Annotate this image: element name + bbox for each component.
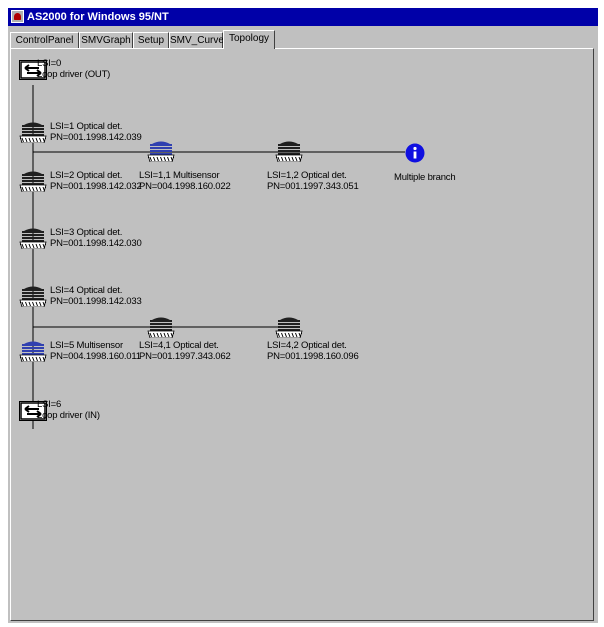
node-label-line2: PN=001.1998.142.033	[50, 296, 142, 307]
node-label-line2: PN=001.1998.142.030	[50, 238, 142, 249]
node-label: LSI=5 Multisensor PN=004.1998.160.011	[50, 340, 141, 362]
node-label-line2: PN=004.1998.160.022	[139, 181, 231, 192]
node-label: LSI=4 Optical det. PN=001.1998.142.033	[50, 285, 142, 307]
node-label: LSI=3 Optical det. PN=001.1998.142.030	[50, 227, 142, 249]
tab-strip: ControlPanel SMVGraph Setup SMV_Curves T…	[8, 28, 598, 49]
title-bar[interactable]: AS2000 for Windows 95/NT	[8, 8, 598, 26]
tab-setup[interactable]: Setup	[133, 32, 169, 48]
multisensor-detector-icon[interactable]	[19, 340, 47, 363]
node-label-line1: LSI=6	[37, 399, 62, 410]
node-label-line1: Multiple branch	[394, 172, 456, 183]
node-label-line2: PN=001.1998.142.032	[50, 181, 142, 192]
tab-smvgraph[interactable]: SMVGraph	[79, 32, 133, 48]
node-label-line2: PN=001.1997.343.062	[139, 351, 231, 362]
multisensor-detector-icon[interactable]	[147, 140, 175, 163]
node-label: LSI=4,1 Optical det. PN=001.1997.343.062	[139, 340, 231, 362]
optical-detector-icon[interactable]	[275, 316, 303, 339]
node-label-line1: LSI=4,2 Optical det.	[267, 340, 347, 351]
node-label-line1: LSI=1 Optical det.	[50, 121, 123, 132]
tab-smv-curves[interactable]: SMV_Curves	[169, 32, 229, 48]
node-label-line1: LSI=5 Multisensor	[50, 340, 123, 351]
optical-detector-icon[interactable]	[19, 121, 47, 144]
app-icon	[11, 10, 24, 23]
node-label-line2: PN=004.1998.160.011	[50, 351, 141, 362]
optical-detector-icon[interactable]	[275, 140, 303, 163]
node-label-line2: PN=001.1997.343.051	[267, 181, 359, 192]
tab-controlpanel[interactable]: ControlPanel	[10, 32, 79, 48]
tab-topology[interactable]: Topology	[223, 30, 275, 49]
node-label-line2: PN=001.1998.142.039	[50, 132, 142, 143]
optical-detector-icon[interactable]	[19, 285, 47, 308]
node-label: LSI=6 Loop driver (IN)	[37, 399, 100, 421]
node-label: LSI=1,1 Multisensor PN=004.1998.160.022	[139, 170, 231, 192]
node-label: Multiple branch	[394, 172, 456, 183]
node-label-line1: LSI=4 Optical det.	[50, 285, 123, 296]
optical-detector-icon[interactable]	[19, 227, 47, 250]
node-label-line1: LSI=1,1 Multisensor	[139, 170, 220, 181]
node-label-line1: LSI=3 Optical det.	[50, 227, 123, 238]
optical-detector-icon[interactable]	[19, 170, 47, 193]
info-icon[interactable]	[405, 143, 425, 163]
node-label: LSI=0 Loop driver (OUT)	[37, 58, 110, 80]
node-label-line1: LSI=0	[37, 58, 62, 69]
app-window: AS2000 for Windows 95/NT ControlPanel SM…	[8, 8, 598, 623]
node-label-line1: LSI=4,1 Optical det.	[139, 340, 219, 351]
node-label: LSI=4,2 Optical det. PN=001.1998.160.096	[267, 340, 359, 362]
node-label-line1: LSI=1,2 Optical det.	[267, 170, 347, 181]
node-label-line1: LSI=2 Optical det.	[50, 170, 123, 181]
node-label: LSI=1,2 Optical det. PN=001.1997.343.051	[267, 170, 359, 192]
optical-detector-icon[interactable]	[147, 316, 175, 339]
node-label-line2: PN=001.1998.160.096	[267, 351, 359, 362]
node-label: LSI=2 Optical det. PN=001.1998.142.032	[50, 170, 142, 192]
node-label: LSI=1 Optical det. PN=001.1998.142.039	[50, 121, 142, 143]
window-title: AS2000 for Windows 95/NT	[27, 11, 169, 23]
node-label-line2: Loop driver (IN)	[37, 410, 100, 421]
topology-panel: LSI=0 Loop driver (OUT) LSI=1 Optical det…	[10, 48, 594, 621]
node-label-line2: Loop driver (OUT)	[37, 69, 111, 80]
